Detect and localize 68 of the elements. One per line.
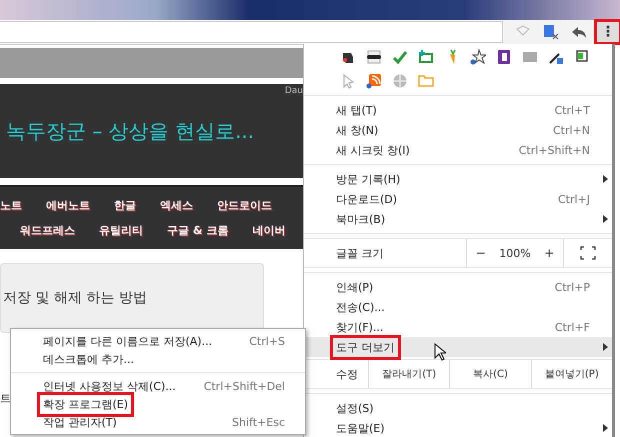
category-link[interactable]: 유틸리티 [99, 223, 143, 238]
post-title: 저장 및 해제 하는 방법 [2, 289, 147, 307]
menu-item-label: 새 창(N) [335, 122, 380, 138]
menu-item-label: 전송(C)... [335, 300, 386, 316]
category-link[interactable]: 노트 [0, 198, 22, 213]
page-text-fragment: 트 [0, 391, 11, 406]
menu-item-label: 작업 관리자(T) [42, 414, 118, 430]
menu-item[interactable]: 데스크톱에 추가... [11, 350, 305, 368]
shortcut-text: Shift+Esc [232, 416, 285, 428]
menu-button[interactable]: ⋮ [596, 21, 620, 43]
shortcut-text: Ctrl+Shift+N [518, 144, 590, 156]
menu-item[interactable]: 페이지를 다른 이름으로 저장(A)... Ctrl+S [11, 332, 305, 350]
fullscreen-icon[interactable] [580, 246, 596, 260]
mouse-cursor-icon [434, 343, 446, 361]
menu-item[interactable]: 작업 관리자(T) Shift+Esc [11, 413, 305, 431]
menu-item[interactable]: 방문 기록(H) [304, 169, 612, 189]
menu-item-label: 찾기(F)... [335, 320, 384, 336]
zoom-out-button[interactable]: − [472, 246, 490, 260]
shortcut-text: Ctrl+Shift+Del [204, 380, 285, 392]
zoom-label: 글꼴 크기 [335, 246, 384, 262]
rss-icon[interactable] [366, 73, 382, 89]
check-icon[interactable] [392, 49, 408, 65]
menu-item[interactable]: 확장 프로그램(E) [11, 395, 305, 413]
category-link[interactable]: 엑세스 [160, 198, 193, 213]
menu-item-label: 새 탭(T) [335, 102, 378, 118]
menu-item[interactable]: 다운로드(D) Ctrl+J [304, 189, 612, 209]
category-link[interactable]: 안드로이드 [217, 198, 272, 213]
menu-item-label: 새 시크릿 창(I) [335, 142, 411, 158]
zoom-value: 100% [499, 246, 531, 260]
menu-item[interactable]: 도구 더보기 [304, 337, 612, 357]
shortcut-text: Ctrl+N [552, 124, 590, 136]
menu-item-label: 방문 기록(H) [335, 172, 402, 188]
edit-label: 수정 [335, 366, 359, 382]
menu-item-label: 다운로드(D) [335, 192, 398, 208]
category-link[interactable]: 구글 & 크롬 [167, 223, 228, 238]
menu-item[interactable]: 인쇄(P) Ctrl+P [304, 277, 612, 297]
blog-title[interactable]: 녹두장군 – 상상을 현실로... [0, 118, 254, 144]
monitor-icon[interactable] [574, 49, 590, 65]
menu-item-label: 인쇄(P) [335, 280, 374, 296]
menu-item[interactable]: 설정(S) [304, 398, 612, 418]
star-icon[interactable] [470, 49, 486, 65]
menu-item[interactable]: 새 창(N) Ctrl+N [304, 120, 612, 140]
menu-item-label: 도움말(E) [335, 420, 386, 436]
menu-item-label: 인터넷 사용정보 삭제(C)... [42, 378, 177, 394]
menu-item[interactable]: 새 시크릿 창(I) Ctrl+Shift+N [304, 140, 612, 160]
menu-item-label: 설정(S) [335, 400, 375, 416]
notebook-icon[interactable] [496, 49, 512, 65]
category-link[interactable]: 에버노트 [46, 198, 90, 213]
menu-item[interactable]: 새 탭(T) Ctrl+T [304, 100, 612, 120]
category-link[interactable]: 네이버 [252, 223, 286, 238]
menu-item[interactable]: 북마크(B) [304, 209, 612, 229]
shortcut-text: Ctrl+P [554, 280, 590, 294]
category-link[interactable]: 한글 [114, 198, 136, 213]
shortcut-text: Ctrl+F [554, 320, 590, 334]
menu-item-label: 페이지를 다른 이름으로 저장(A)... [42, 334, 214, 350]
menu-item-label: 북마크(B) [335, 212, 386, 228]
menu-item[interactable]: 전송(C)... [304, 297, 612, 317]
shortcut-text: Ctrl+J [558, 192, 590, 206]
menu-item-label: 데스크톱에 추가... [42, 352, 135, 368]
reply-arrow-icon[interactable] [571, 24, 588, 40]
menu-item[interactable]: 인터넷 사용정보 삭제(C)... Ctrl+Shift+Del [11, 377, 305, 395]
shortcut-text: Ctrl+S [249, 334, 285, 348]
shortcut-text: Ctrl+T [554, 104, 590, 116]
menu-item[interactable]: 찾기(F)... Ctrl+F [304, 317, 612, 337]
zoom-in-button[interactable]: + [540, 246, 558, 260]
menu-item[interactable]: 도움말(E) [304, 418, 612, 437]
category-link[interactable]: 워드프레스 [20, 223, 75, 238]
banner-corner-text: Dau [284, 86, 303, 96]
